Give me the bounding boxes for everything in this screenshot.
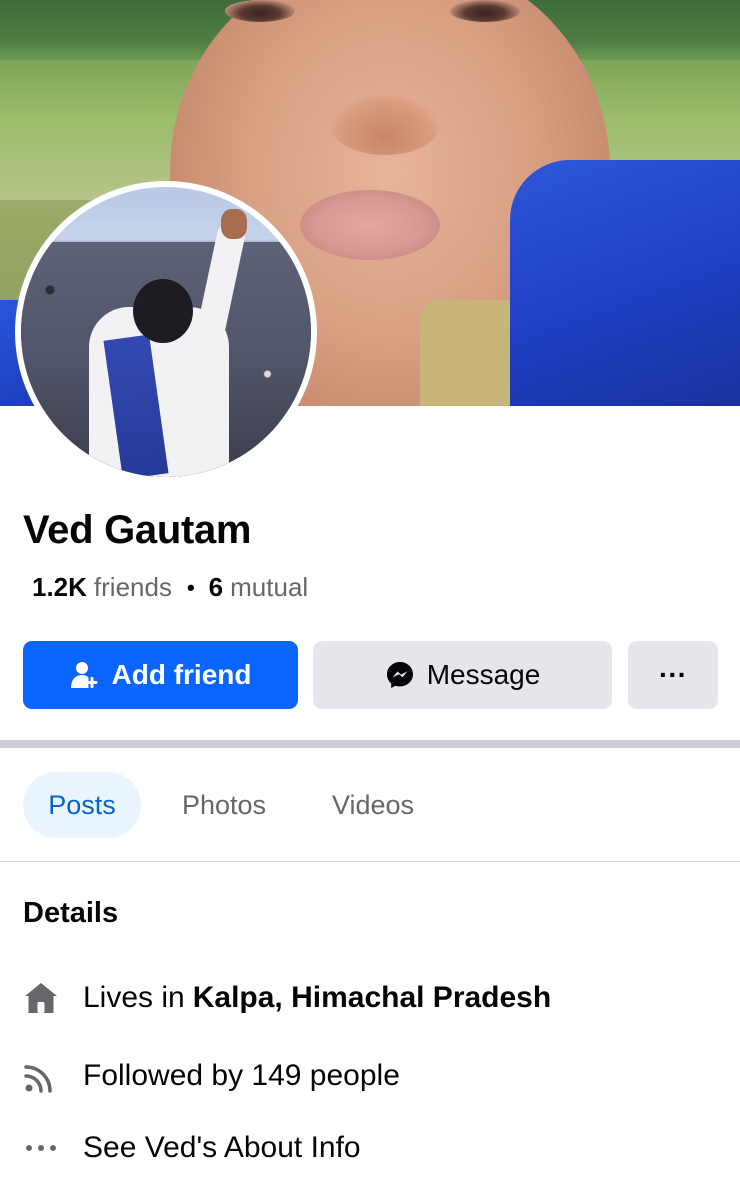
more-options-button[interactable]: ···	[628, 641, 718, 709]
mutual-label: mutual	[230, 572, 309, 602]
person-plus-icon	[70, 660, 100, 690]
detail-followed-by[interactable]: Followed by 149 people	[23, 1058, 400, 1094]
friends-label: friends	[93, 572, 172, 602]
section-divider	[0, 740, 740, 748]
avatar-head	[133, 279, 193, 343]
cover-eye-right	[450, 0, 520, 22]
profile-name: Ved Gautam	[23, 508, 252, 552]
cover-eye-left	[225, 0, 295, 22]
dots-icon	[23, 1130, 59, 1166]
add-friend-label: Add friend	[111, 659, 252, 690]
message-button[interactable]: Message	[313, 641, 612, 709]
detail-about-info[interactable]: See Ved's About Info	[23, 1130, 361, 1166]
cover-scarf	[510, 160, 740, 406]
tab-photos[interactable]: Photos	[160, 772, 288, 838]
cover-nose	[330, 95, 440, 155]
avatar-image	[21, 187, 311, 477]
counts-separator: •	[186, 574, 195, 600]
tab-posts[interactable]: Posts	[23, 772, 141, 838]
tabs-divider	[0, 861, 740, 862]
profile-avatar[interactable]	[15, 181, 317, 483]
followed-text: Followed by 149 people	[83, 1059, 400, 1092]
mutual-count: 6	[208, 572, 224, 602]
detail-lives-in: Lives in Kalpa, Himachal Pradesh	[23, 980, 551, 1016]
avatar-hand	[221, 209, 247, 239]
add-friend-button[interactable]: Add friend	[23, 641, 298, 709]
message-label: Message	[426, 659, 541, 690]
more-dots-icon: ···	[659, 659, 687, 690]
lives-prefix: Lives in	[83, 981, 185, 1014]
home-icon	[23, 980, 59, 1016]
messenger-icon	[385, 660, 415, 690]
tab-videos[interactable]: Videos	[310, 772, 436, 838]
about-text: See Ved's About Info	[83, 1131, 361, 1164]
lives-place[interactable]: Kalpa, Himachal Pradesh	[193, 981, 551, 1015]
cover-lips	[300, 190, 440, 260]
rss-icon	[23, 1058, 59, 1094]
details-title: Details	[23, 897, 119, 929]
friends-count: 1.2K	[32, 572, 87, 602]
friends-counts[interactable]: 1.2K friends • 6 mutual	[32, 572, 308, 603]
